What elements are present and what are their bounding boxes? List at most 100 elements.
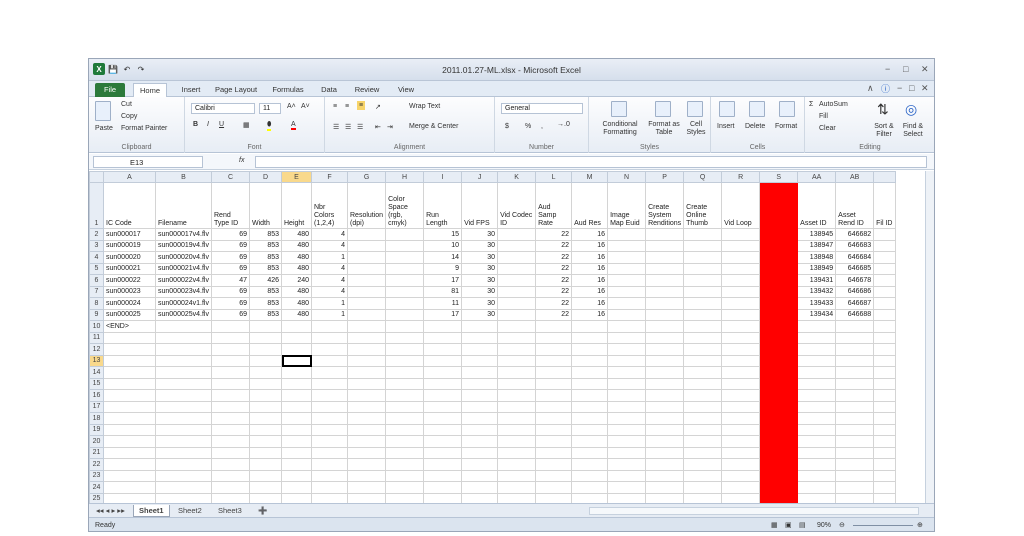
cell[interactable]: 853 [249,228,282,241]
cell[interactable] [759,354,799,367]
cell[interactable]: 16 [571,251,609,264]
cell[interactable] [535,446,573,459]
column-header[interactable]: M [571,171,609,183]
page-break-view-icon[interactable]: ▤ [799,521,806,529]
top-align-icon[interactable]: ≡ [333,103,337,110]
cell[interactable] [497,228,537,241]
align-center-icon[interactable]: ☰ [345,123,351,131]
cell[interactable] [385,423,425,436]
cell[interactable] [759,251,799,264]
cell[interactable] [461,481,499,494]
cell[interactable] [385,492,425,503]
comma-button[interactable]: , [541,123,543,130]
tab-data[interactable]: Data [317,83,341,97]
cell[interactable] [461,400,499,413]
cell[interactable]: 69 [211,297,250,310]
cell[interactable]: 240 [281,274,312,287]
cell[interactable] [607,274,647,287]
cell[interactable] [571,481,609,494]
cell[interactable] [211,492,250,503]
cell[interactable] [423,389,463,402]
cell[interactable] [759,343,799,356]
cell[interactable] [759,400,799,413]
format-cells-button[interactable]: Format [775,123,797,130]
cell[interactable]: 139432 [797,285,837,298]
sheet-tab-1[interactable]: Sheet1 [133,505,170,517]
cell[interactable]: sun000022 [103,274,156,287]
column-header[interactable]: A [103,171,156,183]
conditional-formatting-icon[interactable] [611,101,627,117]
cell[interactable] [835,343,875,356]
cell[interactable] [249,366,282,379]
cell[interactable] [497,492,537,503]
cell[interactable] [759,492,799,503]
cell[interactable] [103,400,156,413]
row-header[interactable]: 11 [89,331,104,344]
conditional-formatting-button[interactable]: Conditional Formatting [595,121,645,137]
column-header[interactable]: Q [683,171,723,183]
cell[interactable] [759,377,799,390]
cell[interactable] [571,343,609,356]
cell[interactable] [385,228,425,241]
cell[interactable] [103,354,156,367]
cell[interactable] [423,469,463,482]
sheet-tab-3[interactable]: Sheet3 [213,505,247,517]
cell[interactable] [211,458,250,471]
cell[interactable] [759,481,799,494]
font-size-select[interactable]: 11 [259,103,281,114]
row-header[interactable]: 8 [89,297,104,310]
cell[interactable] [155,343,212,356]
cell[interactable] [385,343,425,356]
cell[interactable] [759,274,799,287]
cell[interactable]: sun000024v1.flv [155,297,212,310]
page-layout-view-icon[interactable]: ▣ [785,521,792,529]
cell[interactable]: sun000025v4.flv [155,308,212,321]
cell[interactable] [346,239,387,252]
zoom-slider[interactable] [853,525,913,526]
cell[interactable] [497,343,537,356]
cell[interactable] [873,412,896,425]
cell[interactable] [571,354,609,367]
name-box[interactable]: E13 [93,156,203,168]
header-cell[interactable]: Width [249,182,282,229]
cell[interactable]: 4 [311,228,348,241]
cell[interactable] [385,262,425,275]
cell[interactable] [607,412,647,425]
cell[interactable] [346,492,387,503]
cell[interactable] [645,239,685,252]
cell[interactable] [281,320,312,333]
cell[interactable] [797,458,837,471]
cell[interactable] [797,389,837,402]
cell[interactable] [721,423,761,436]
cell[interactable] [385,435,425,448]
sheet-tab-2[interactable]: Sheet2 [173,505,207,517]
row-header[interactable]: 12 [89,343,104,356]
shrink-font-icon[interactable]: A˅ [301,103,310,110]
cell[interactable] [497,354,537,367]
cell[interactable]: 4 [311,285,348,298]
cell[interactable]: 646685 [835,262,875,275]
cell[interactable] [721,435,761,448]
cell[interactable] [497,251,537,264]
cell[interactable] [759,228,799,241]
cell[interactable] [797,423,837,436]
cell[interactable] [497,481,537,494]
horizontal-scrollbar[interactable] [589,507,919,515]
cell[interactable] [683,274,723,287]
cell[interactable]: 69 [211,285,250,298]
cell[interactable] [873,377,896,390]
cell[interactable] [645,366,685,379]
cell[interactable]: 16 [571,239,609,252]
cell[interactable] [311,354,348,367]
cell[interactable] [249,469,282,482]
cell[interactable]: sun000021 [103,262,156,275]
column-header[interactable]: H [385,171,425,183]
cell[interactable] [155,400,212,413]
cell[interactable] [311,481,348,494]
cell[interactable] [281,377,312,390]
cell[interactable] [607,239,647,252]
cell[interactable] [249,492,282,503]
cell[interactable] [721,400,761,413]
tab-formulas[interactable]: Formulas [269,83,307,97]
cell[interactable] [721,377,761,390]
